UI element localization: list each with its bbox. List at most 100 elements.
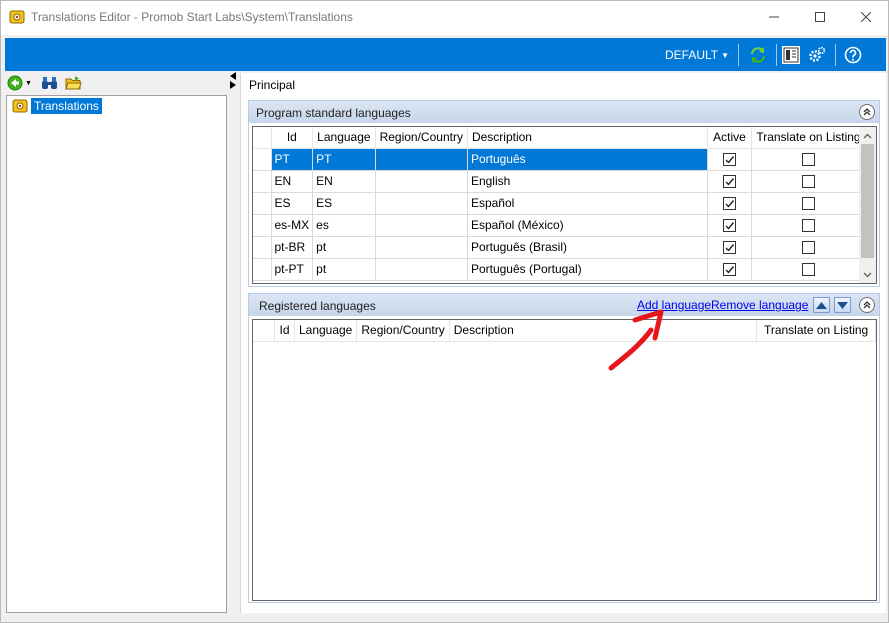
cell-active[interactable] [707, 170, 752, 193]
tree-item-translations[interactable]: Translations [12, 98, 102, 114]
cell-description[interactable]: Português (Portugal) [467, 258, 708, 281]
cell-id[interactable]: pt-BR [271, 236, 314, 259]
program-languages-grid[interactable]: Id Language Region/Country Description A… [252, 126, 877, 284]
column-header-region[interactable]: Region/Country [356, 320, 450, 342]
cell-id[interactable]: pt-PT [271, 258, 314, 281]
cell-active[interactable] [707, 236, 752, 259]
profile-dropdown[interactable]: DEFAULT ▼ [665, 48, 729, 62]
expand-right-icon[interactable] [229, 81, 237, 89]
column-header-description[interactable]: Description [467, 127, 708, 149]
cell-region[interactable] [375, 258, 468, 281]
find-button[interactable] [41, 75, 58, 91]
title-bar[interactable]: Translations Editor - Promob Start Labs\… [1, 1, 888, 35]
table-row[interactable]: pt-BR pt Português (Brasil) [253, 236, 866, 259]
cell-active[interactable] [707, 214, 752, 237]
cell-active[interactable] [707, 258, 752, 281]
refresh-button[interactable] [749, 46, 767, 64]
translate-checkbox[interactable] [801, 197, 815, 211]
active-checkbox[interactable] [722, 197, 736, 211]
cell-active[interactable] [707, 148, 752, 171]
table-row[interactable]: EN EN English [253, 170, 866, 193]
cell-region[interactable] [375, 148, 468, 171]
cell-translate[interactable] [751, 214, 866, 237]
translate-checkbox[interactable] [801, 153, 815, 167]
row-header[interactable] [253, 148, 272, 171]
column-header-language[interactable]: Language [312, 127, 376, 149]
cell-translate[interactable] [751, 170, 866, 193]
table-row[interactable]: pt-PT pt Português (Portugal) [253, 258, 866, 281]
table-row[interactable]: es-MX es Español (México) [253, 214, 866, 237]
remove-language-link[interactable]: Remove language [711, 298, 808, 312]
registered-languages-grid[interactable]: Id Language Region/Country Description T… [252, 319, 877, 601]
maximize-button[interactable] [797, 1, 843, 33]
table-row[interactable]: PT PT Português [253, 148, 866, 171]
cell-translate[interactable] [751, 148, 866, 171]
row-header[interactable] [253, 236, 272, 259]
cell-language[interactable]: pt [312, 236, 376, 259]
cell-region[interactable] [375, 214, 468, 237]
row-header[interactable] [253, 170, 272, 193]
close-icon [861, 12, 871, 22]
cell-region[interactable] [375, 236, 468, 259]
cell-translate[interactable] [751, 192, 866, 215]
cell-id[interactable]: PT [271, 148, 314, 171]
cell-active[interactable] [707, 192, 752, 215]
translate-checkbox[interactable] [801, 219, 815, 233]
active-checkbox[interactable] [722, 219, 736, 233]
cell-id[interactable]: EN [271, 170, 314, 193]
cell-language[interactable]: EN [312, 170, 376, 193]
translations-tree[interactable]: Translations [6, 95, 227, 613]
scroll-down-arrow[interactable] [859, 266, 876, 283]
column-header-id[interactable]: Id [274, 320, 295, 342]
cell-region[interactable] [375, 192, 468, 215]
cell-description[interactable]: Português (Brasil) [467, 236, 708, 259]
close-button[interactable] [843, 1, 889, 33]
cell-description[interactable]: English [467, 170, 708, 193]
translate-checkbox[interactable] [801, 175, 815, 189]
active-checkbox[interactable] [722, 263, 736, 277]
minimize-button[interactable] [751, 1, 797, 33]
cell-id[interactable]: es-MX [271, 214, 314, 237]
settings-button[interactable] [808, 46, 826, 64]
collapse-registered-languages-button[interactable] [859, 297, 875, 313]
translate-checkbox[interactable] [801, 241, 815, 255]
move-up-button[interactable] [813, 297, 830, 313]
tab-principal[interactable]: Principal [249, 78, 295, 92]
cell-language[interactable]: ES [312, 192, 376, 215]
collapse-program-languages-button[interactable] [859, 104, 875, 120]
translate-checkbox[interactable] [801, 263, 815, 277]
active-checkbox[interactable] [722, 175, 736, 189]
cell-description[interactable]: Português [467, 148, 708, 171]
back-button[interactable]: ▼ [7, 75, 32, 91]
cell-translate[interactable] [751, 236, 866, 259]
row-header[interactable] [253, 214, 272, 237]
active-checkbox[interactable] [722, 241, 736, 255]
scroll-thumb[interactable] [861, 144, 874, 258]
column-header-id[interactable]: Id [271, 127, 314, 149]
cell-language[interactable]: pt [312, 258, 376, 281]
table-row[interactable]: ES ES Español [253, 192, 866, 215]
help-button[interactable] [844, 46, 862, 64]
row-header[interactable] [253, 192, 272, 215]
active-checkbox[interactable] [722, 153, 736, 167]
cell-description[interactable]: Español [467, 192, 708, 215]
column-header-region[interactable]: Region/Country [375, 127, 468, 149]
row-header[interactable] [253, 258, 272, 281]
cell-language[interactable]: es [312, 214, 376, 237]
cell-translate[interactable] [751, 258, 866, 281]
layout-view-button[interactable] [782, 46, 800, 64]
open-folder-button[interactable] [65, 75, 82, 91]
cell-description[interactable]: Español (México) [467, 214, 708, 237]
program-languages-scrollbar[interactable] [859, 127, 876, 283]
scroll-up-arrow[interactable] [859, 127, 876, 144]
column-header-active[interactable]: Active [707, 127, 752, 149]
row-header-corner [253, 320, 276, 342]
collapse-left-icon[interactable] [229, 72, 237, 80]
column-header-translate[interactable]: Translate on Listing [751, 127, 866, 149]
move-down-button[interactable] [834, 297, 851, 313]
column-header-translate[interactable]: Translate on Listing [756, 320, 876, 342]
cell-language[interactable]: PT [312, 148, 376, 171]
column-header-language[interactable]: Language [294, 320, 358, 342]
cell-id[interactable]: ES [271, 192, 314, 215]
cell-region[interactable] [375, 170, 468, 193]
